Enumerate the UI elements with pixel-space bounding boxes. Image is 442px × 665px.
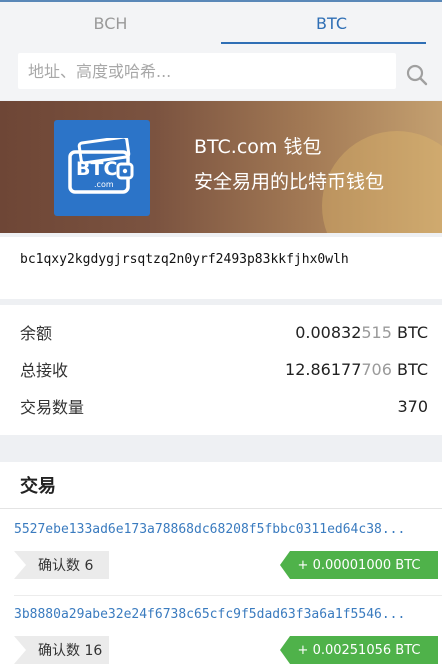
amount-badge: + 0.00001000 BTC: [280, 551, 438, 579]
divider: [14, 595, 442, 596]
btc-wallet-logo: BTC .com: [54, 120, 150, 216]
banner-title: BTC.com 钱包: [194, 136, 322, 158]
search-input[interactable]: [18, 53, 396, 89]
coin-tabs: BCH BTC: [0, 0, 442, 44]
tx-count-value: 370: [397, 396, 428, 416]
transaction-hash[interactable]: 3b8880a29abe32e24f6738c65cfc9f5dad63f3a6…: [14, 607, 434, 622]
transactions-section: 交易 5527ebe133ad6e173a78868dc68208f5fbbc0…: [0, 462, 442, 665]
amount-badge: + 0.00251056 BTC: [280, 636, 438, 664]
divider: [0, 508, 442, 509]
stat-received: 总接收 12.86177706 BTC: [0, 351, 442, 387]
confirmation-badge: 确认数 6: [14, 551, 109, 579]
wallet-address[interactable]: bc1qxy2kgdygjrsqtzq2n0yrf2493p83kkfjhx0w…: [20, 251, 425, 269]
banner-subtitle: 安全易用的比特币钱包: [194, 171, 385, 193]
tab-btc[interactable]: BTC: [221, 2, 442, 44]
received-value: 12.86177706 BTC: [285, 359, 428, 379]
search-icon: [406, 64, 428, 86]
stat-tx-count: 交易数量 370: [0, 388, 442, 424]
tx-count-label: 交易数量: [20, 398, 85, 417]
search-bar: [0, 44, 442, 100]
stat-balance: 余额 0.00832515 BTC: [0, 314, 442, 350]
address-card: bc1qxy2kgdygjrsqtzq2n0yrf2493p83kkfjhx0w…: [0, 237, 442, 299]
search-button[interactable]: [402, 60, 432, 90]
transactions-title: 交易: [20, 476, 56, 497]
received-label: 总接收: [20, 361, 69, 380]
balance-value: 0.00832515 BTC: [295, 322, 428, 342]
tab-bch[interactable]: BCH: [0, 2, 221, 44]
balance-label: 余额: [20, 324, 53, 343]
logo-subtext: .com: [94, 180, 114, 189]
transaction-hash[interactable]: 5527ebe133ad6e173a78868dc68208f5fbbc0311…: [14, 522, 434, 537]
address-stats: 余额 0.00832515 BTC 总接收 12.86177706 BTC 交易…: [0, 305, 442, 435]
confirmation-badge: 确认数 16: [14, 636, 109, 664]
logo-text: BTC: [76, 158, 118, 180]
